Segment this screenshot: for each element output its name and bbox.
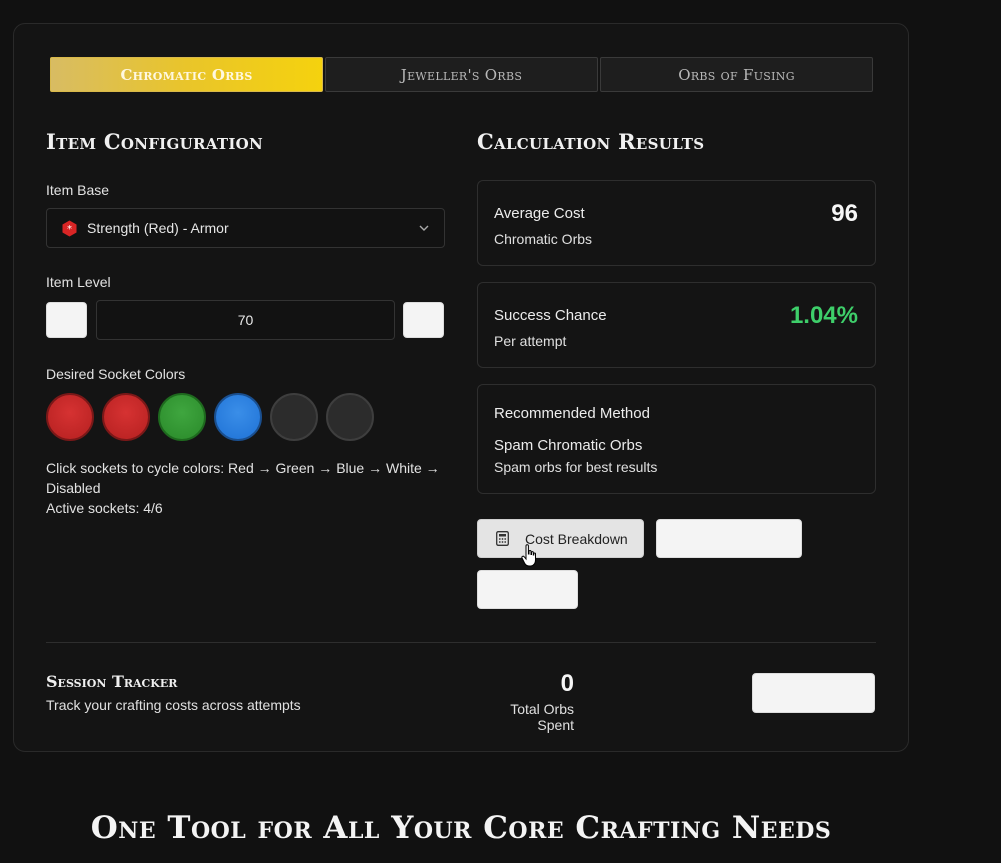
success-chance-label: Success Chance: [494, 307, 607, 324]
socket-5[interactable]: [270, 393, 318, 441]
average-cost-unit: Chromatic Orbs: [494, 231, 593, 247]
socket-3[interactable]: [158, 393, 206, 441]
session-tracker-title: Session Tracker: [46, 672, 178, 691]
hand-cursor-icon: [521, 544, 536, 567]
average-cost-label: Average Cost: [494, 205, 585, 222]
session-tracker-subtitle: Track your crafting costs across attempt…: [46, 697, 301, 713]
calculator-icon: [496, 531, 509, 546]
socket-2[interactable]: [102, 393, 150, 441]
success-chance-card: Success Chance Per attempt 1.04%: [477, 282, 876, 368]
item-level-increment-button[interactable]: [403, 302, 444, 338]
chevron-down-icon: [419, 225, 429, 231]
recommended-method-label: Recommended Method: [494, 405, 650, 422]
tab-chromatic-orbs[interactable]: Chromatic Orbs: [50, 57, 323, 92]
red-gem-icon: *: [61, 220, 78, 237]
results-action-button-3[interactable]: [477, 570, 578, 609]
cost-breakdown-label: Cost Breakdown: [525, 530, 628, 547]
active-sockets-count: Active sockets: 4/6: [46, 500, 163, 516]
calculation-results-title: Calculation Results: [477, 129, 705, 154]
recommended-method-value: Spam Chromatic Orbs: [494, 437, 643, 454]
footer-heading: One Tool for All Your Core Crafting Need…: [90, 810, 832, 846]
results-action-button-2[interactable]: [656, 519, 802, 558]
orb-tabs: Chromatic Orbs Jeweller's Orbs Orbs of F…: [50, 57, 873, 92]
item-level-label: Item Level: [46, 274, 111, 290]
tab-orbs-of-fusing[interactable]: Orbs of Fusing: [600, 57, 873, 92]
success-chance-value: 1.04%: [789, 302, 858, 329]
socket-1[interactable]: [46, 393, 94, 441]
svg-text:*: *: [67, 224, 72, 235]
session-action-button[interactable]: [752, 673, 875, 713]
total-orbs-value: 0: [560, 670, 574, 697]
item-base-value: Strength (Red) - Armor: [87, 220, 229, 236]
recommended-method-card: Recommended Method Spam Chromatic Orbs S…: [477, 384, 876, 494]
section-divider: [46, 642, 876, 643]
item-level-input[interactable]: [96, 300, 395, 340]
socket-colors-label: Desired Socket Colors: [46, 366, 186, 382]
cost-breakdown-button[interactable]: Cost Breakdown: [477, 519, 644, 558]
socket-help-text: Click sockets to cycle colors: Red → Gre…: [46, 460, 440, 496]
recommended-method-sub: Spam orbs for best results: [494, 459, 658, 475]
socket-4[interactable]: [214, 393, 262, 441]
success-chance-sub: Per attempt: [494, 333, 567, 349]
tab-jewellers-orbs[interactable]: Jeweller's Orbs: [325, 57, 598, 92]
item-base-select[interactable]: * Strength (Red) - Armor: [46, 208, 445, 248]
average-cost-value: 96: [831, 200, 858, 227]
socket-6[interactable]: [326, 393, 374, 441]
item-base-label: Item Base: [46, 182, 110, 198]
socket-help: Click sockets to cycle colors: Red → Gre…: [46, 458, 446, 518]
total-orbs-label: Total Orbs Spent: [510, 701, 574, 733]
item-configuration-title: Item Configuration: [46, 129, 264, 154]
item-level-decrement-button[interactable]: [46, 302, 87, 338]
average-cost-card: Average Cost Chromatic Orbs 96: [477, 180, 876, 266]
